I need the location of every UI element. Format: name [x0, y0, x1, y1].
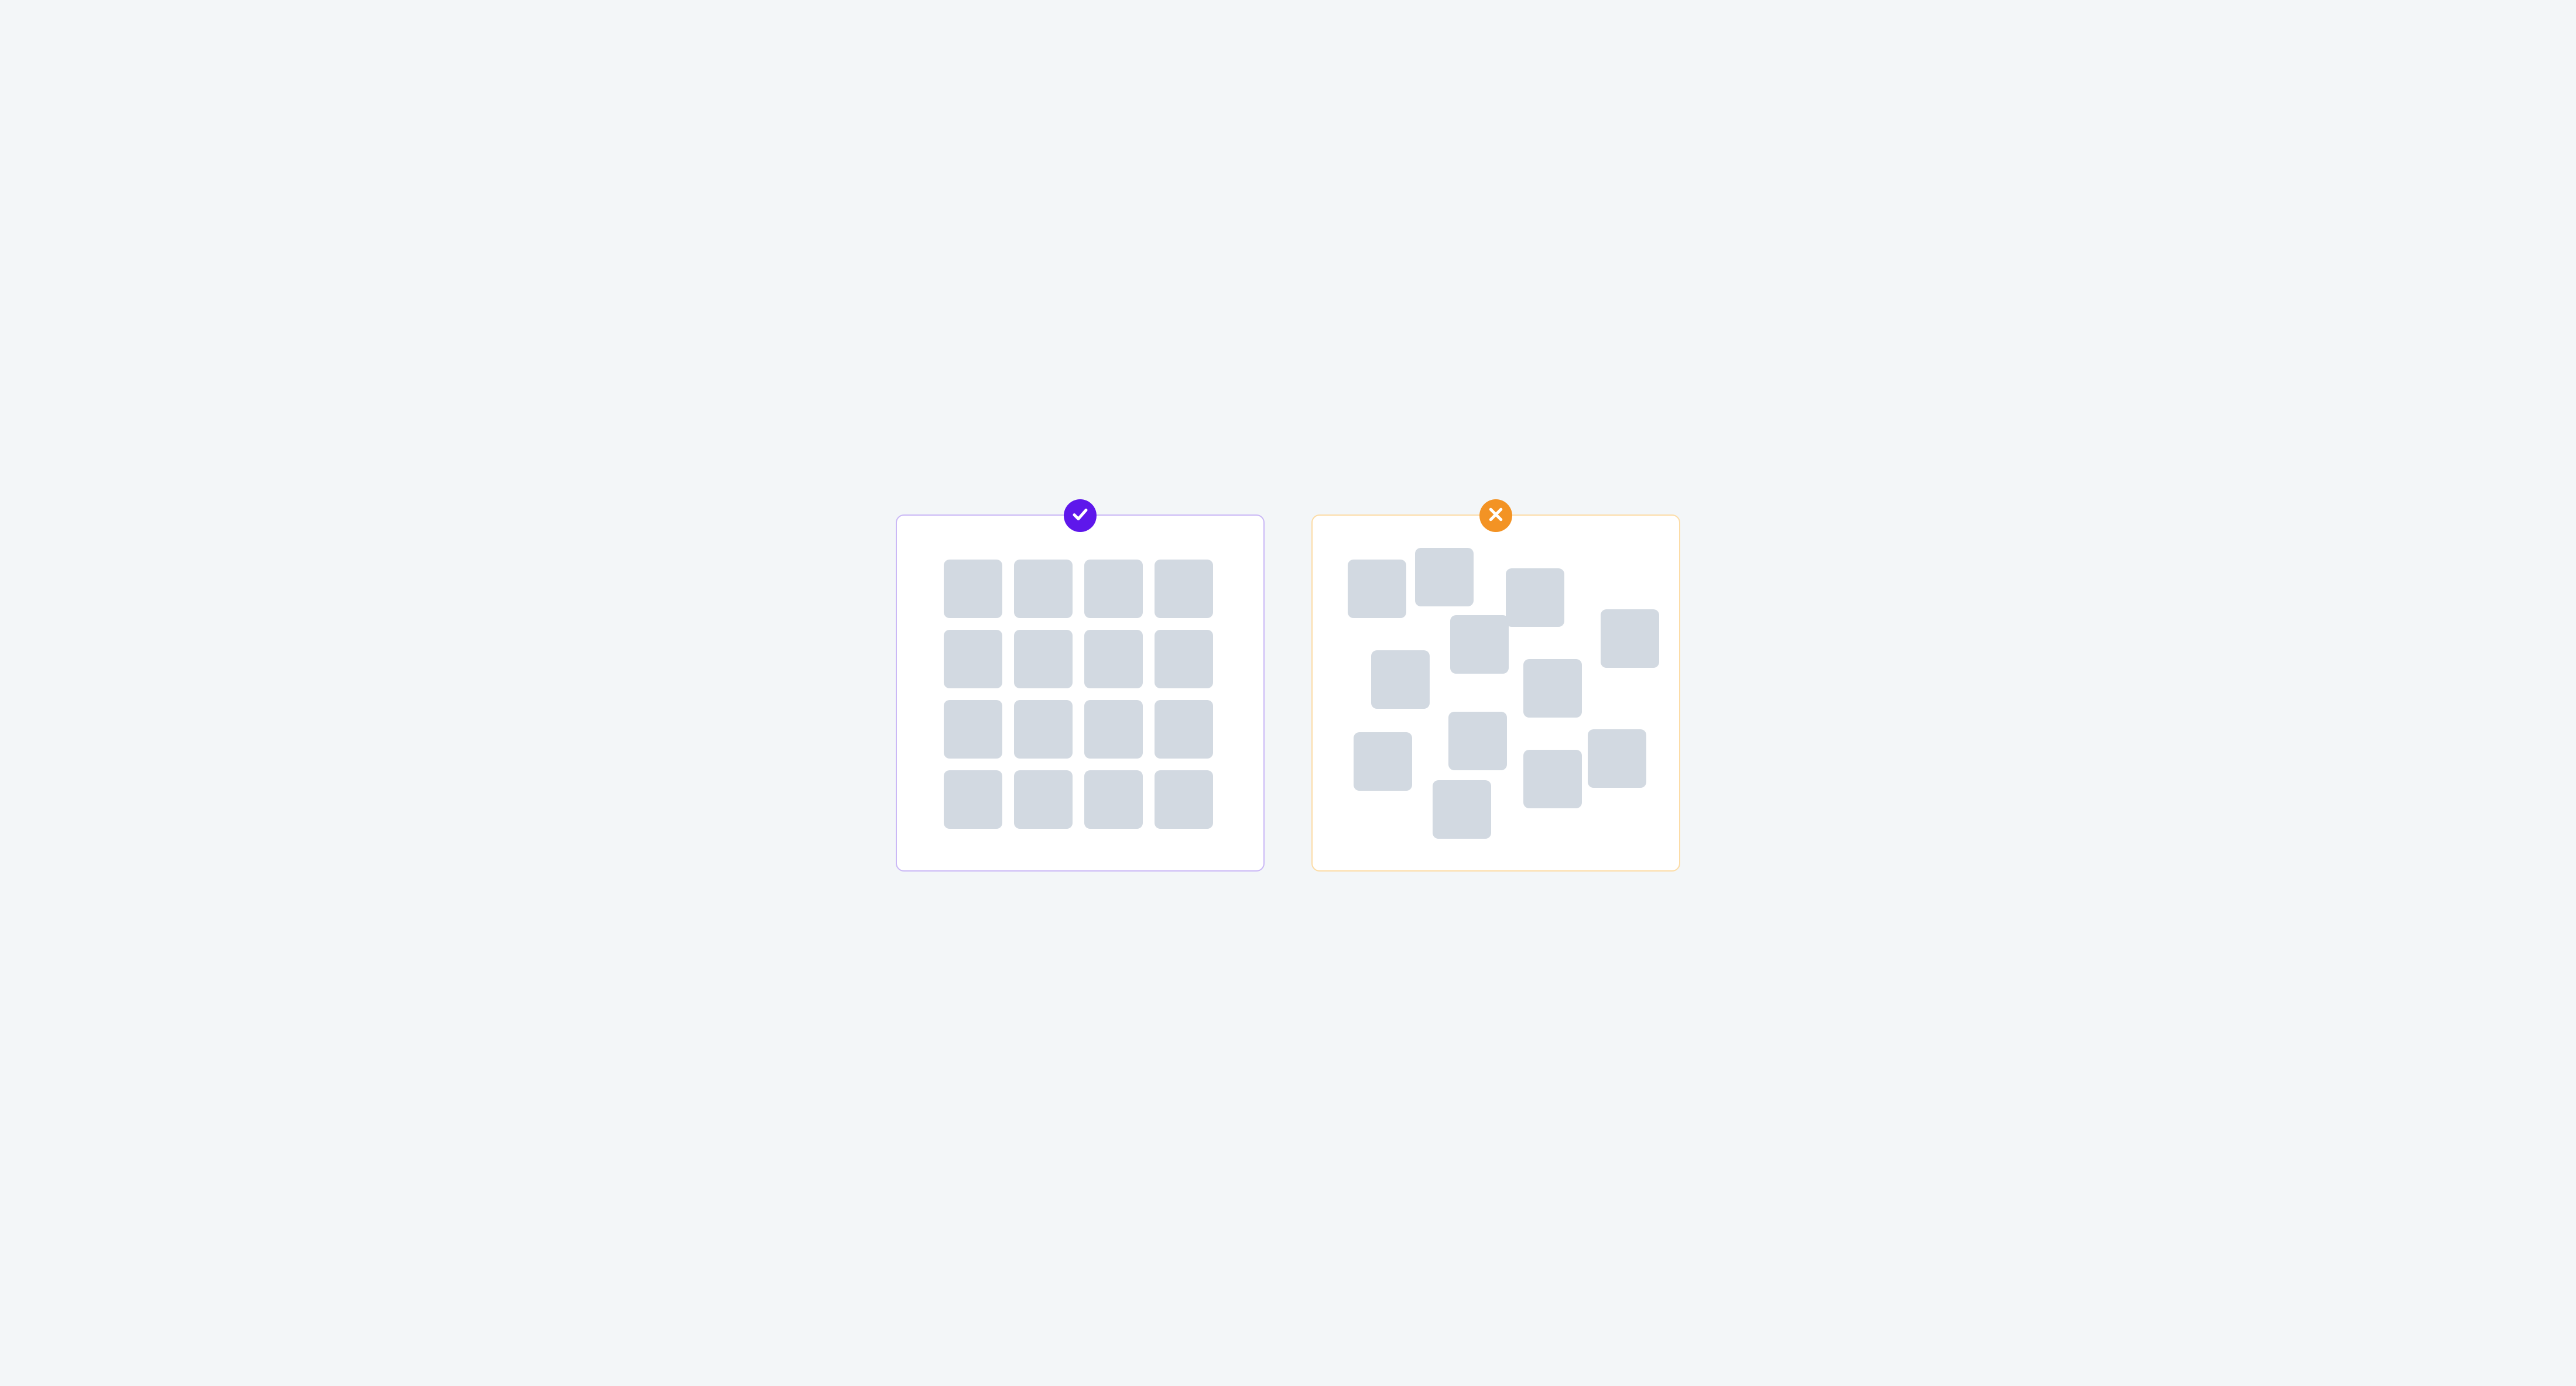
- good-panel: [896, 514, 1265, 872]
- grid-tile: [1523, 659, 1582, 718]
- grid-tile: [1155, 700, 1213, 759]
- grid-tile: [1155, 630, 1213, 688]
- grid-tile: [1506, 568, 1564, 627]
- good-grid: [897, 516, 1263, 870]
- grid-tile: [944, 770, 1002, 829]
- grid-tile: [1448, 712, 1507, 770]
- grid-tile: [1084, 560, 1143, 618]
- grid-tile: [1415, 548, 1474, 606]
- grid-tile: [944, 560, 1002, 618]
- grid-tile: [1084, 630, 1143, 688]
- grid-tile: [1084, 700, 1143, 759]
- grid-tile: [1523, 750, 1582, 808]
- bad-scatter: [1313, 516, 1679, 870]
- grid-tile: [1014, 560, 1073, 618]
- grid-tile: [1354, 732, 1412, 791]
- grid-tile: [1014, 770, 1073, 829]
- grid-tile: [1433, 780, 1491, 839]
- grid-tile: [1371, 650, 1430, 709]
- grid-tile: [1588, 729, 1646, 788]
- grid-tile: [944, 700, 1002, 759]
- grid-tile: [944, 630, 1002, 688]
- grid-tile: [1084, 770, 1143, 829]
- grid-tile: [1014, 630, 1073, 688]
- grid-tile: [1155, 560, 1213, 618]
- grid-tile: [1014, 700, 1073, 759]
- diagram-canvas: [849, 455, 1727, 931]
- grid-tile: [1155, 770, 1213, 829]
- grid-tile: [1450, 615, 1509, 674]
- bad-panel: [1311, 514, 1680, 872]
- grid-tile: [1601, 609, 1659, 668]
- grid-tile: [1348, 560, 1406, 618]
